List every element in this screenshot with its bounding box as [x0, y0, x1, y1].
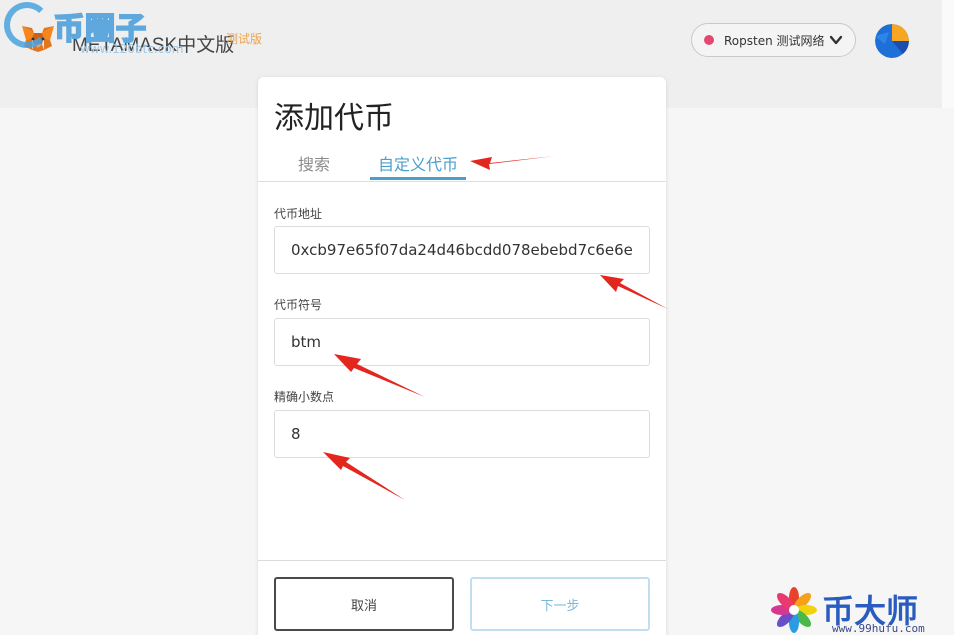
next-button[interactable]: 下一步: [470, 577, 650, 631]
network-status-dot-icon: [704, 35, 714, 45]
watermark-bottom-url: www.99hufu.com: [832, 622, 925, 635]
account-avatar[interactable]: [875, 24, 909, 58]
watermark-bottom-right: 币大师 www.99hufu.com: [766, 586, 946, 635]
active-tab-indicator: [370, 177, 466, 180]
watermark-circle-icon: [4, 2, 50, 48]
tabs-divider: [258, 181, 666, 182]
token-symbol-label: 代币符号: [274, 298, 323, 312]
watermark-top-url: www.120btc.com: [80, 42, 184, 56]
token-address-input[interactable]: [274, 226, 650, 274]
network-selector[interactable]: Ropsten 测试网络: [691, 23, 856, 57]
token-tabs: 搜索 自定义代币: [258, 143, 666, 183]
add-token-card: 添加代币 搜索 自定义代币 代币地址 代币符号 精确小数点 取消 下一步: [258, 77, 666, 635]
network-label: Ropsten 测试网络: [724, 33, 825, 48]
page-title: 添加代币: [274, 101, 394, 136]
token-decimals-label: 精确小数点: [274, 390, 335, 404]
flower-logo-icon: [771, 587, 817, 633]
token-symbol-input[interactable]: [274, 318, 650, 366]
tab-search[interactable]: 搜索: [298, 151, 330, 175]
cancel-button[interactable]: 取消: [274, 577, 454, 631]
chevron-down-icon: [829, 35, 843, 45]
token-decimals-input[interactable]: [274, 410, 650, 458]
top-bar-edge: [942, 0, 954, 108]
token-address-label: 代币地址: [274, 207, 323, 221]
tab-custom-token[interactable]: 自定义代币: [378, 151, 458, 175]
footer-divider: [258, 560, 666, 561]
brand-tag: 测试版: [226, 32, 263, 46]
watermark-top-left: 币圈子 www.120btc.com: [2, 0, 183, 58]
